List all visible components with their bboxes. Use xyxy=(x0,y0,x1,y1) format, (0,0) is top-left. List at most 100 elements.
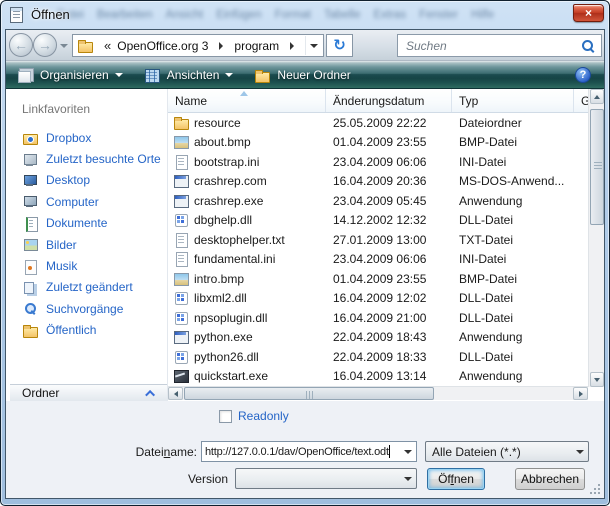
file-row[interactable]: python.exe 22.04.2009 18:43 Anwendung xyxy=(168,328,588,348)
file-row[interactable]: intro.bmp 01.04.2009 23:55 BMP-Datei xyxy=(168,269,588,289)
file-name: crashrep.com xyxy=(194,174,267,188)
filename-dropdown-button[interactable] xyxy=(399,442,416,461)
scroll-left-button[interactable] xyxy=(168,387,183,400)
file-type: BMP-Datei xyxy=(452,135,574,149)
search-input[interactable] xyxy=(404,38,581,54)
file-name: crashrep.exe xyxy=(194,194,263,208)
close-button[interactable]: × xyxy=(573,4,604,22)
background-menu-item: Fenster xyxy=(419,9,458,21)
version-select[interactable] xyxy=(235,468,417,489)
search-icon[interactable] xyxy=(581,39,595,53)
file-date: 22.04.2009 18:33 xyxy=(326,350,452,364)
address-dropdown-button[interactable] xyxy=(305,36,321,55)
triangle-right-icon xyxy=(579,391,583,397)
filename-input[interactable]: http://127.0.0.1/dav/OpenOffice/text.odt xyxy=(201,441,417,462)
file-row[interactable]: dbghelp.dll 14.12.2002 12:32 DLL-Datei xyxy=(168,211,588,231)
file-row[interactable]: desktophelper.txt 27.01.2009 13:00 TXT-D… xyxy=(168,230,588,250)
background-menu-item: Hilfe xyxy=(471,9,494,21)
column-header-name[interactable]: Name xyxy=(168,89,326,112)
help-icon: ? xyxy=(580,69,587,81)
file-row[interactable]: resource 25.05.2009 22:22 Dateiordner xyxy=(168,113,588,133)
horizontal-scrollbar[interactable] xyxy=(168,386,588,400)
sidebar-item-icon xyxy=(22,323,39,338)
toolbar-button[interactable]: Organisieren xyxy=(6,61,133,88)
breadcrumb-separator-icon[interactable] xyxy=(219,42,223,50)
triangle-left-icon xyxy=(174,391,178,397)
title-bar[interactable]: Datei Bearbeiten Ansicht Einfügen Format… xyxy=(1,1,609,29)
file-type: DLL-Datei xyxy=(452,350,574,364)
file-type: DLL-Datei xyxy=(452,311,574,325)
chevron-down-icon xyxy=(576,450,584,454)
triangle-down-icon xyxy=(594,378,600,382)
refresh-button[interactable]: ↻ xyxy=(326,34,353,57)
sidebar-item-icon xyxy=(22,194,39,209)
version-dropdown-button[interactable] xyxy=(399,469,416,488)
file-date: 01.04.2009 23:55 xyxy=(326,135,452,149)
column-header-date[interactable]: Änderungsdatum xyxy=(326,89,452,112)
help-button[interactable]: ? xyxy=(575,67,591,83)
main-area: Linkfavoriten Dropbox Zuletzt besuchte O… xyxy=(6,89,604,401)
sidebar-item[interactable]: Dropbox xyxy=(10,127,167,148)
column-header-type[interactable]: Typ xyxy=(452,89,574,112)
forward-button[interactable]: → xyxy=(33,33,57,57)
sidebar-item[interactable]: Computer xyxy=(10,191,167,212)
back-button[interactable]: ← xyxy=(9,33,33,57)
file-row[interactable]: npsoplugin.dll 16.04.2009 21:00 DLL-Date… xyxy=(168,308,588,328)
file-type-icon xyxy=(173,134,189,150)
cancel-button[interactable]: Abbrechen xyxy=(515,468,585,490)
toolbar-button[interactable]: Neuer Ordner xyxy=(243,61,366,88)
breadcrumb-segment[interactable]: program xyxy=(232,39,281,53)
toolbar-button-icon xyxy=(253,67,271,83)
filetype-dropdown-button[interactable] xyxy=(571,442,588,461)
file-row[interactable]: libxml2.dll 16.04.2009 12:02 DLL-Datei xyxy=(168,289,588,309)
file-type: TXT-Datei xyxy=(452,233,574,247)
dialog-footer: Readonly Dateiname: http://127.0.0.1/dav… xyxy=(6,401,604,498)
background-window-menu-blur: Datei Bearbeiten Ansicht Einfügen Format… xyxy=(57,1,557,29)
background-menu-item: Tabelle xyxy=(324,9,360,21)
file-date: 01.04.2009 23:55 xyxy=(326,272,452,286)
back-arrow-icon: ← xyxy=(14,37,28,53)
sidebar-item[interactable]: Suchvorgänge xyxy=(10,298,167,319)
scroll-up-button[interactable] xyxy=(590,89,604,104)
file-row[interactable]: crashrep.exe 23.04.2009 05:45 Anwendung xyxy=(168,191,588,211)
file-row[interactable]: about.bmp 01.04.2009 23:55 BMP-Datei xyxy=(168,133,588,153)
breadcrumb-segment[interactable]: OpenOffice.org 3 xyxy=(115,39,210,53)
resize-grip[interactable] xyxy=(589,483,601,495)
file-type-icon xyxy=(173,368,189,384)
file-type: Anwendung xyxy=(452,194,574,208)
file-date: 22.04.2009 18:43 xyxy=(326,330,452,344)
file-row[interactable]: bootstrap.ini 23.04.2009 06:06 INI-Datei xyxy=(168,152,588,172)
sidebar-item-label: Suchvorgänge xyxy=(46,302,123,316)
file-row[interactable]: quickstart.exe 16.04.2009 13:14 Anwendun… xyxy=(168,367,588,387)
file-type: Anwendung xyxy=(452,330,574,344)
breadcrumb-separator-icon[interactable] xyxy=(290,42,294,50)
horizontal-scrollbar-thumb[interactable] xyxy=(184,387,434,400)
file-row[interactable]: fundamental.ini 23.04.2009 06:06 INI-Dat… xyxy=(168,250,588,270)
open-button[interactable]: Öffnen xyxy=(427,468,485,490)
folders-expander[interactable]: Ordner xyxy=(10,384,167,401)
vertical-scrollbar-thumb[interactable] xyxy=(590,109,604,225)
address-bar[interactable]: « OpenOffice.org 3 program xyxy=(72,34,324,57)
toolbar-button[interactable]: Ansichten xyxy=(133,61,244,88)
scroll-down-button[interactable] xyxy=(590,372,604,387)
navigation-bar: ← → « OpenOffice.org 3 program ↻ xyxy=(6,30,604,61)
forward-arrow-icon: → xyxy=(38,37,52,53)
sidebar-item[interactable]: Öffentlich xyxy=(10,320,167,341)
recent-pages-chevron-icon[interactable] xyxy=(60,44,68,48)
sidebar-item[interactable]: Bilder xyxy=(10,234,167,255)
sidebar-item[interactable]: Zuletzt besuchte Orte xyxy=(10,148,167,169)
filetype-select[interactable]: Alle Dateien (*.*) xyxy=(425,441,589,462)
file-name: fundamental.ini xyxy=(194,252,275,266)
sidebar-item[interactable]: Musik xyxy=(10,255,167,276)
scroll-right-button[interactable] xyxy=(573,387,588,400)
file-row[interactable]: crashrep.com 16.04.2009 20:36 MS-DOS-Anw… xyxy=(168,172,588,192)
file-row[interactable]: python26.dll 22.04.2009 18:33 DLL-Datei xyxy=(168,347,588,367)
sidebar-item[interactable]: Dokumente xyxy=(10,213,167,234)
sidebar-item[interactable]: Desktop xyxy=(10,170,167,191)
readonly-checkbox[interactable] xyxy=(219,410,232,423)
sidebar-item[interactable]: Zuletzt geändert xyxy=(10,277,167,298)
breadcrumb-overflow-chevron[interactable]: « xyxy=(104,38,111,53)
vertical-scrollbar[interactable] xyxy=(588,89,604,387)
sidebar-item-label: Dokumente xyxy=(46,216,107,230)
column-header-size[interactable]: G xyxy=(574,89,588,112)
